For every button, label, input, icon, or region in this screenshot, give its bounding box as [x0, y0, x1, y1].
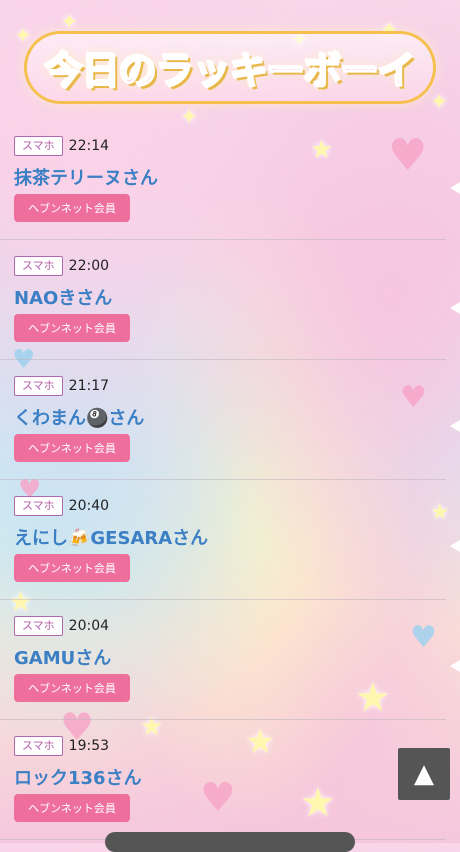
device-badge: スマホ	[14, 136, 63, 156]
user-name[interactable]: GAMUさん	[14, 644, 111, 670]
entry-meta: スマホ 22:14	[14, 136, 109, 156]
entry-time: 22:00	[68, 258, 110, 274]
edge-marker	[450, 420, 460, 432]
home-indicator	[105, 832, 355, 852]
device-badge: スマホ	[14, 616, 63, 636]
user-name[interactable]: くわまん🎱さん	[14, 404, 144, 430]
list-item: スマホ 22:00 NAOきさん ヘブンネット会員	[0, 240, 446, 360]
user-name[interactable]: えにし🍻GESARAさん	[14, 524, 208, 550]
list-item: スマホ 20:40 えにし🍻GESARAさん ヘブンネット会員	[0, 480, 446, 600]
member-badge-button[interactable]: ヘブンネット会員	[14, 674, 130, 702]
edge-marker	[450, 182, 460, 194]
device-badge: スマホ	[14, 496, 63, 516]
entry-time: 20:04	[68, 618, 110, 634]
list-item: スマホ 20:04 GAMUさん ヘブンネット会員	[0, 600, 446, 720]
member-badge-button[interactable]: ヘブンネット会員	[14, 194, 130, 222]
member-badge-button[interactable]: ヘブンネット会員	[14, 434, 130, 462]
list-item: スマホ 21:17 くわまん🎱さん ヘブンネット会員	[0, 360, 446, 480]
scroll-to-top-button[interactable]: ▲	[398, 748, 450, 800]
member-badge-button[interactable]: ヘブンネット会員	[14, 314, 130, 342]
user-name[interactable]: 抹茶テリーヌさん	[14, 164, 158, 190]
entry-time: 20:40	[68, 498, 110, 514]
user-name[interactable]: NAOきさん	[14, 284, 112, 310]
list-item: スマホ 22:14 抹茶テリーヌさん ヘブンネット会員	[0, 120, 446, 240]
header: 今日のラッキーボーイ	[14, 22, 446, 112]
entry-meta: スマホ 19:53	[14, 736, 109, 756]
entry-meta: スマホ 20:40	[14, 496, 109, 516]
entry-meta: スマホ 21:17	[14, 376, 109, 396]
page-title: 今日のラッキーボーイ	[26, 33, 433, 101]
user-name[interactable]: ロック136さん	[14, 764, 142, 790]
lucky-boy-list: スマホ 22:14 抹茶テリーヌさん ヘブンネット会員 スマホ 22:00 NA…	[0, 120, 446, 840]
edge-marker	[450, 540, 460, 552]
edge-marker	[450, 660, 460, 672]
edge-marker	[450, 302, 460, 314]
entry-meta: スマホ 22:00	[14, 256, 109, 276]
member-badge-button[interactable]: ヘブンネット会員	[14, 794, 130, 822]
entry-meta: スマホ 20:04	[14, 616, 109, 636]
member-badge-button[interactable]: ヘブンネット会員	[14, 554, 130, 582]
list-item: スマホ 19:53 ロック136さん ヘブンネット会員	[0, 720, 446, 840]
entry-time: 22:14	[68, 138, 110, 154]
entry-time: 19:53	[68, 738, 110, 754]
entry-time: 21:17	[68, 378, 110, 394]
device-badge: スマホ	[14, 736, 63, 756]
arrow-up-icon: ▲	[414, 759, 434, 789]
device-badge: スマホ	[14, 256, 63, 276]
device-badge: スマホ	[14, 376, 63, 396]
